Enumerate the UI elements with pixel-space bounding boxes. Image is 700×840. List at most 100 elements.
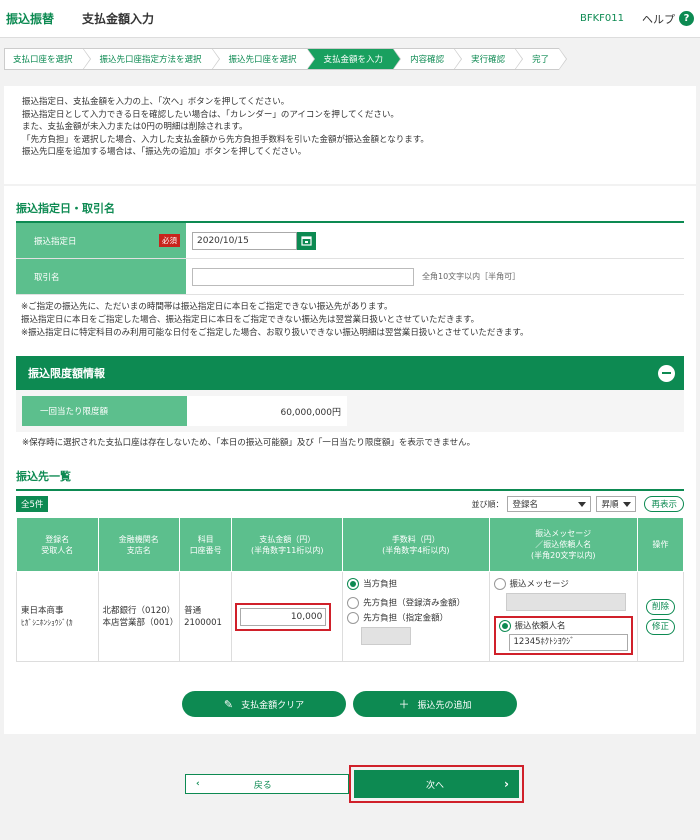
instructions: 振込指定日、支払金額を入力の上、「次へ」ボタンを押してください。 振込指定日とし… <box>4 86 696 184</box>
col-header-bank: 金融機関名 支店名 <box>97 517 181 572</box>
trade-name-hint: 全角10文字以内［半角可］ <box>422 272 521 281</box>
next-button[interactable]: 次へ › <box>354 770 519 798</box>
main-panel: 振込指定日・取引名 振込指定日 必須 2020/10/15 取引名 全角10文字… <box>4 186 696 734</box>
msg-option-1[interactable]: 振込メッセージ <box>493 578 633 591</box>
account-type: 普通 <box>184 605 202 616</box>
chevron-down-icon <box>623 502 632 507</box>
eraser-icon: ✎ <box>223 697 234 711</box>
trade-name-label: 取引名 <box>16 259 186 294</box>
step-3: 振込先口座を選択 <box>211 48 315 70</box>
instruction-line: また、支払金額が未入力または0円の明細は削除されます。 <box>22 122 248 133</box>
radio-selected-icon[interactable] <box>498 619 511 632</box>
note-line: 振込指定日に本日をご指定した場合、振込指定日に本日をご指定できない振込先は翌営業… <box>21 315 480 325</box>
footer: ‹ 戻る 次へ › <box>4 736 696 840</box>
cell-amount: 10,000 <box>231 571 344 662</box>
transfer-date-field: 2020/10/15 <box>186 223 316 258</box>
trade-name-row: 取引名 全角10文字以内［半角可］ <box>16 259 684 295</box>
back-label: 戻る <box>253 780 272 791</box>
note-line: ※ご指定の振込先に、ただいまの時間帯は振込指定日に本日をご指定できない振込先があ… <box>21 302 393 312</box>
fee-option-2[interactable]: 先方負担（登録済み金額） <box>347 596 484 610</box>
fee-option-1[interactable]: 当方負担 <box>347 578 484 591</box>
transfer-date-section-title: 振込指定日・取引名 <box>16 200 684 223</box>
list-toolbar: 全5件 並び順： 登録名 昇順 再表示 <box>16 491 684 517</box>
count-badge: 全5件 <box>16 496 49 512</box>
progress-steps: 支払口座を選択 振込先口座指定方法を選択 振込先口座を選択 支払金額を入力 内容… <box>4 48 568 70</box>
limit-value: 60,000,000円 <box>187 396 347 426</box>
bank-name: 北都銀行（0120） <box>102 605 176 616</box>
msg-option-2[interactable]: 振込依頼人名 <box>498 619 628 633</box>
app-header: 振込振替 支払金額入力 BFKF011 ヘルプ ? <box>0 0 700 38</box>
table-row: 東日本商事 ﾋｶﾞｼﾆﾎﾝｼｮｳｼﾞ(ｶ 北都銀行（0120） 本店営業部（00… <box>16 571 685 662</box>
help-link[interactable]: ヘルプ ? <box>642 11 694 27</box>
collapse-icon[interactable] <box>658 364 675 382</box>
transfer-date-label: 振込指定日 必須 <box>16 223 186 258</box>
limit-note: ※保存時に選択された支払口座は存在しないため、「本日の振込可能額」及び「一日当た… <box>22 438 476 448</box>
limit-box: 一回当たり限度額 60,000,000円 <box>16 390 684 432</box>
cell-account: 普通 2100001 <box>179 571 233 662</box>
transfer-date-input[interactable]: 2020/10/15 <box>192 231 297 250</box>
note-line: ※振込指定日に特定科目のみ利用可能な日付をご指定した場合、お取り扱いできない振込… <box>21 328 529 338</box>
screen-id: BFKF011 <box>579 13 624 24</box>
redisplay-button[interactable]: 再表示 <box>644 496 684 512</box>
cell-op: 削除 修正 <box>636 571 685 662</box>
order-select-value: 昇順 <box>601 500 619 510</box>
step-4-current: 支払金額を入力 <box>306 48 401 70</box>
radio-icon[interactable] <box>493 578 506 590</box>
col-header-amount: 支払金額（円） (半角数字11桁以内) <box>231 517 344 572</box>
instruction-line: 振込指定日、支払金額を入力の上、「次へ」ボタンを押してください。 <box>22 97 290 107</box>
trade-name-input[interactable] <box>192 267 414 286</box>
page-title: 支払金額入力 <box>82 12 155 26</box>
delete-button[interactable]: 削除 <box>645 598 675 615</box>
chevron-right-icon: › <box>504 777 509 791</box>
amount-input[interactable]: 10,000 <box>240 607 327 626</box>
chevron-left-icon: ‹ <box>196 779 200 789</box>
transfer-date-notes: ※ご指定の振込先に、ただいまの時間帯は振込指定日に本日をご指定できない振込先があ… <box>4 295 696 346</box>
calendar-icon[interactable] <box>297 231 316 250</box>
clear-amount-button[interactable]: ✎ 支払金額クリア <box>182 691 346 717</box>
account-no: 2100001 <box>184 617 222 628</box>
instruction-line: 振込指定日として入力できる日を確認したい場合は、「カレンダー」のアイコンを押して… <box>22 109 399 120</box>
col-header-message: 振込メッセージ ／振込依頼人名 (半角20文字以内) <box>488 517 638 572</box>
next-highlight: 次へ › <box>349 765 524 803</box>
add-payee-button[interactable]: ＋ 振込先の追加 <box>353 691 517 717</box>
table-header-row: 登録名 受取人名 金融機関名 支店名 科目 口座番号 支払金額（円） (半角数字11桁以… <box>16 517 685 572</box>
next-label: 次へ <box>426 780 445 791</box>
clear-amount-label: 支払金額クリア <box>241 700 305 711</box>
col-header-account: 科目 口座番号 <box>179 517 233 572</box>
edit-button[interactable]: 修正 <box>645 618 675 635</box>
requester-name-input[interactable]: 12345ﾎｸﾄｼﾖｳｼﾞ <box>508 634 628 651</box>
step-1: 支払口座を選択 <box>4 48 90 70</box>
limit-label: 一回当たり限度額 <box>22 396 187 426</box>
reg-name: 東日本商事 <box>21 605 64 616</box>
col-header-op: 操作 <box>636 517 685 572</box>
back-button[interactable]: ‹ 戻る <box>185 774 349 794</box>
msg-option-2-label: 振込依頼人名 <box>514 621 566 631</box>
radio-icon[interactable] <box>347 596 360 609</box>
step-2: 振込先口座指定方法を選択 <box>82 48 220 70</box>
sort-select[interactable]: 登録名 <box>507 496 592 512</box>
trade-name-field: 全角10文字以内［半角可］ <box>186 259 520 294</box>
step-5: 内容確認 <box>393 48 463 70</box>
branch-name: 本店営業部（001） <box>102 617 179 628</box>
order-select[interactable]: 昇順 <box>596 496 637 512</box>
add-payee-label: 振込先の追加 <box>417 700 472 711</box>
message-input[interactable] <box>505 592 626 611</box>
msg-option-1-label: 振込メッセージ <box>509 579 569 590</box>
fee-option-1-label: 当方負担 <box>363 579 398 590</box>
instruction-line: 振込先口座を追加する場合は、「振込先の追加」ボタンを押してください。 <box>22 147 307 158</box>
radio-icon[interactable] <box>347 612 360 624</box>
plus-icon: ＋ <box>398 698 410 711</box>
col-header-fee: 手数料（円） (半角数字4桁以内) <box>342 517 490 572</box>
cell-bank: 北都銀行（0120） 本店営業部（001） <box>97 571 181 662</box>
fee-option-3-label: 先方負担（指定金額） <box>363 613 449 624</box>
limit-row: 一回当たり限度額 60,000,000円 <box>22 396 678 426</box>
radio-selected-icon[interactable] <box>347 578 360 590</box>
app-title: 振込振替 <box>6 12 55 26</box>
col-header-name: 登録名 受取人名 <box>16 517 99 572</box>
fee-amount-input[interactable] <box>361 626 412 645</box>
fee-option-3[interactable]: 先方負担（指定金額） <box>347 612 484 625</box>
limit-section-header[interactable]: 振込限度額情報 <box>16 356 684 390</box>
chevron-down-icon <box>578 502 587 507</box>
payee-section-title: 振込先一覧 <box>16 468 684 491</box>
amount-highlight: 10,000 <box>235 602 332 631</box>
